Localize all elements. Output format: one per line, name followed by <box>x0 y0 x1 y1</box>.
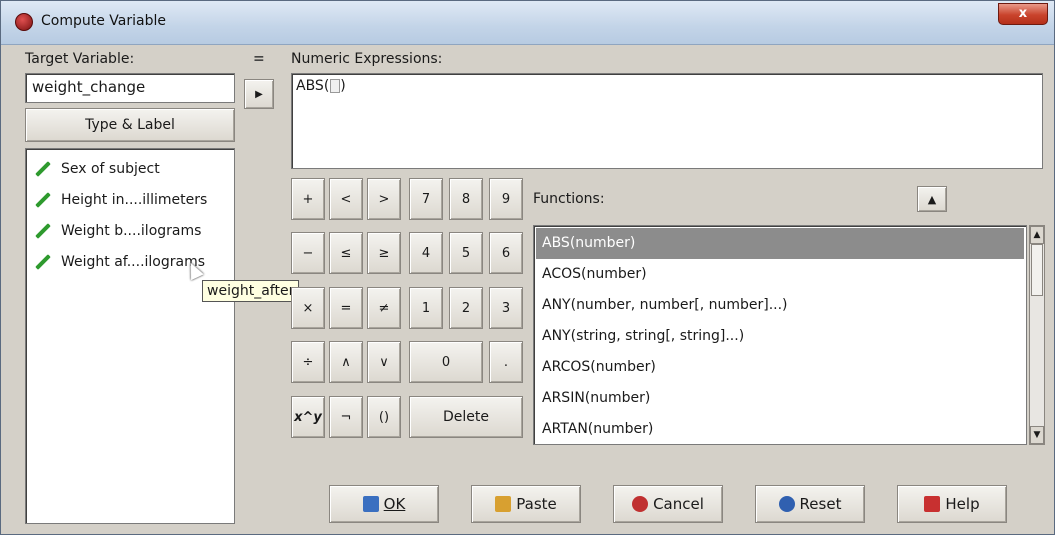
function-item[interactable]: ARTAN(number) <box>536 414 1024 444</box>
functions-list[interactable]: ABS(number) ACOS(number) ANY(number, num… <box>533 225 1027 445</box>
function-item[interactable]: ARSIN(number) <box>536 383 1024 414</box>
scale-variable-icon <box>35 191 51 208</box>
expression-closing-paren: ) <box>340 78 346 94</box>
reset-icon <box>778 496 795 512</box>
numeric-expressions-label: Numeric Expressions: <box>291 51 443 67</box>
key-6[interactable]: 6 <box>489 232 523 274</box>
equals-sign: = <box>253 51 265 67</box>
help-label: Help <box>945 495 980 513</box>
scroll-down-icon[interactable]: ▼ <box>1030 426 1044 444</box>
key-not-equal[interactable]: ≠ <box>367 287 401 329</box>
variable-item[interactable]: Sex of subject <box>26 153 234 184</box>
key-1[interactable]: 1 <box>409 287 443 329</box>
key-plus[interactable]: + <box>291 178 325 220</box>
key-divide[interactable]: ÷ <box>291 341 325 383</box>
numeric-expression-field[interactable]: ABS() <box>291 73 1043 169</box>
cancel-label: Cancel <box>653 495 704 513</box>
key-5[interactable]: 5 <box>449 232 483 274</box>
title-bar: Compute Variable x <box>1 1 1054 45</box>
variable-label: Weight b....ilograms <box>61 222 202 239</box>
ok-icon <box>362 496 379 512</box>
function-item[interactable]: ACOS(number) <box>536 259 1024 290</box>
help-button[interactable]: Help <box>897 485 1007 523</box>
key-3[interactable]: 3 <box>489 287 523 329</box>
expression-text: ABS( <box>296 78 330 94</box>
key-power[interactable]: x^y <box>291 396 325 438</box>
ok-label: OK <box>383 495 406 513</box>
function-category-up-button[interactable]: ▲ <box>917 186 947 212</box>
key-multiply[interactable]: × <box>291 287 325 329</box>
cancel-icon <box>632 496 649 512</box>
delete-button[interactable]: Delete <box>409 396 523 438</box>
arrow-right-icon: ▶ <box>255 88 263 100</box>
key-less-than[interactable]: < <box>329 178 363 220</box>
cancel-button[interactable]: Cancel <box>613 485 723 523</box>
paste-button[interactable]: Paste <box>471 485 581 523</box>
key-2[interactable]: 2 <box>449 287 483 329</box>
type-label-button[interactable]: Type & Label <box>25 108 235 142</box>
scroll-thumb[interactable] <box>1031 244 1043 296</box>
key-less-equal[interactable]: ≤ <box>329 232 363 274</box>
variable-item[interactable]: Height in....illimeters <box>26 184 234 215</box>
window-title: Compute Variable <box>41 13 166 29</box>
function-item[interactable]: ANY(number, number[, number]...) <box>536 290 1024 321</box>
scroll-up-icon[interactable]: ▲ <box>1030 226 1044 244</box>
help-icon <box>924 496 941 512</box>
app-icon <box>15 13 33 31</box>
close-button[interactable]: x <box>998 3 1048 25</box>
variable-label: Weight af....ilograms <box>61 253 206 270</box>
function-item[interactable]: ARCOS(number) <box>536 352 1024 383</box>
key-9[interactable]: 9 <box>489 178 523 220</box>
variable-tooltip: weight_after <box>202 280 300 302</box>
ok-button[interactable]: OK <box>329 485 439 523</box>
variable-item[interactable]: Weight b....ilograms <box>26 215 234 246</box>
target-variable-label: Target Variable: <box>25 51 135 67</box>
scale-variable-icon <box>35 253 51 270</box>
key-minus[interactable]: − <box>291 232 325 274</box>
key-not[interactable]: ¬ <box>329 396 363 438</box>
move-variable-button[interactable]: ▶ <box>244 79 274 109</box>
variable-label: Sex of subject <box>61 160 160 177</box>
triangle-up-icon: ▲ <box>927 192 937 206</box>
key-parentheses[interactable]: () <box>367 396 401 438</box>
key-4[interactable]: 4 <box>409 232 443 274</box>
key-7[interactable]: 7 <box>409 178 443 220</box>
key-or[interactable]: ∨ <box>367 341 401 383</box>
function-item[interactable]: ANY(string, string[, string]...) <box>536 321 1024 352</box>
key-decimal[interactable]: . <box>489 341 523 383</box>
expression-placeholder-icon <box>330 79 341 93</box>
key-0[interactable]: 0 <box>409 341 483 383</box>
variable-list[interactable]: Sex of subject Height in....illimeters W… <box>25 148 235 524</box>
key-greater-than[interactable]: > <box>367 178 401 220</box>
function-item[interactable]: ABS(number) <box>536 228 1024 259</box>
reset-button[interactable]: Reset <box>755 485 865 523</box>
scale-variable-icon <box>35 222 51 239</box>
reset-label: Reset <box>799 495 842 513</box>
key-equals[interactable]: = <box>329 287 363 329</box>
key-8[interactable]: 8 <box>449 178 483 220</box>
compute-variable-dialog: Compute Variable x Target Variable: weig… <box>0 0 1055 535</box>
paste-icon <box>495 496 512 512</box>
target-variable-input[interactable]: weight_change <box>25 73 235 103</box>
functions-scrollbar[interactable]: ▲ ▼ <box>1029 225 1045 445</box>
paste-label: Paste <box>516 495 557 513</box>
scale-variable-icon <box>35 160 51 177</box>
functions-label: Functions: <box>533 191 605 207</box>
key-and[interactable]: ∧ <box>329 341 363 383</box>
key-greater-equal[interactable]: ≥ <box>367 232 401 274</box>
variable-label: Height in....illimeters <box>61 191 208 208</box>
